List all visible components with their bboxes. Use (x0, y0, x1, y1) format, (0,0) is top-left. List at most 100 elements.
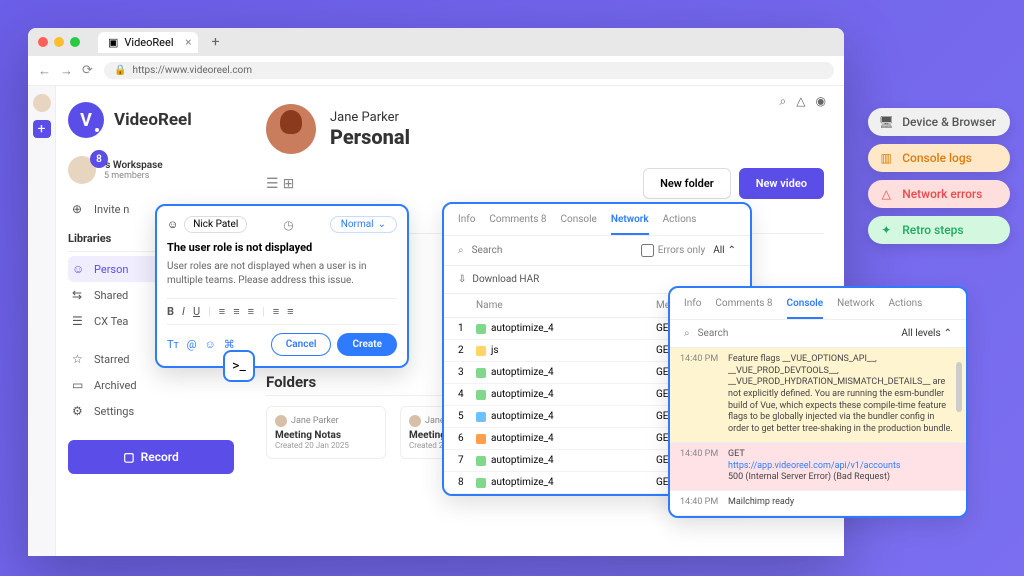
brand-logo: V (68, 102, 104, 138)
tab-actions[interactable]: Actions (888, 298, 922, 309)
panel-icon: ▥ (878, 151, 894, 165)
filter-all[interactable]: All ⌃ (713, 245, 736, 256)
new-folder-button[interactable]: New folder (643, 168, 731, 199)
col-name: Name (476, 300, 656, 311)
console-row: 14:40 PMMailchimp ready (670, 491, 966, 516)
comment-title[interactable]: The user role is not displayed (167, 241, 397, 254)
bell-icon[interactable]: △ (796, 94, 805, 109)
steps-icon: ✦ (878, 223, 894, 237)
tab-comments[interactable]: Comments 8 (715, 298, 772, 309)
sidebar-settings[interactable]: ⚙Settings (68, 398, 234, 424)
cancel-button[interactable]: Cancel (271, 333, 332, 356)
brand-name: VideoReel (114, 110, 192, 130)
monitor-icon: 🖥 (878, 115, 894, 129)
tab-network[interactable]: Network (837, 298, 874, 309)
clock-icon[interactable]: ◷ (283, 218, 293, 232)
list-ul-icon[interactable]: ≡ (287, 305, 293, 318)
workspace-selector[interactable]: 8 's Workspase 5 members (68, 156, 234, 184)
list-header: ☰ ⊞ New folder New video (266, 168, 824, 199)
profile-header: Jane Parker Personal (266, 104, 824, 154)
star-icon: ☆ (72, 352, 86, 366)
profile-type: Personal (330, 125, 410, 149)
brand[interactable]: V VideoReel (68, 102, 234, 138)
search-icon: ⌕ (684, 328, 690, 339)
chip-retro[interactable]: ✦Retro steps (868, 216, 1010, 244)
team-icon: ☰ (72, 314, 86, 328)
user-icon: ☺ (72, 262, 86, 276)
workspace-badge: 8 (90, 150, 108, 168)
invite-icon: ⊕ (72, 202, 86, 216)
terminal-icon[interactable]: >_ (223, 350, 255, 382)
list-view-icon[interactable]: ☰ (266, 176, 279, 192)
tab-title: VideoReel (124, 36, 173, 49)
camera-icon: ▢ (123, 450, 134, 464)
left-gutter: + (28, 86, 56, 556)
chevron-up-icon: ⌃ (944, 328, 952, 339)
mention-icon[interactable]: @ (187, 338, 197, 351)
profile-avatar[interactable] (266, 104, 316, 154)
avatar-chip[interactable] (33, 94, 51, 112)
profile-name: Jane Parker (330, 110, 410, 125)
address-input[interactable]: 🔒 https://www.videoreel.com (104, 62, 834, 79)
align-right-icon[interactable]: ≡ (248, 305, 254, 318)
levels-select[interactable]: All levels ⌃ (901, 328, 952, 339)
browser-tab[interactable]: ▣ VideoReel × (98, 32, 198, 53)
alert-icon: △ (878, 187, 894, 201)
chevron-up-icon: ⌃ (728, 245, 736, 256)
text-icon[interactable]: Tᴛ (167, 338, 179, 351)
tab-console[interactable]: Console (561, 214, 597, 225)
console-panel: Info Comments 8 Console Network Actions … (668, 286, 968, 518)
chip-network[interactable]: △Network errors (868, 180, 1010, 208)
align-left-icon[interactable]: ≡ (219, 305, 225, 318)
chevron-down-icon: ⌄ (378, 219, 386, 230)
tab-info[interactable]: Info (684, 298, 701, 309)
scrollbar[interactable] (956, 362, 962, 412)
sidebar-archived[interactable]: ▭Archived (68, 372, 234, 398)
emoji-icon[interactable]: ☺ (205, 338, 216, 351)
align-center-icon[interactable]: ≡ (233, 305, 239, 318)
italic-icon[interactable]: I (182, 305, 185, 318)
tab-actions[interactable]: Actions (663, 214, 697, 225)
list-ol-icon[interactable]: ≡ (273, 305, 279, 318)
search-icon: ⌕ (458, 245, 464, 256)
titlebar: ▣ VideoReel × + (28, 28, 844, 56)
minimize-window-icon[interactable] (54, 37, 64, 47)
console-search-input[interactable] (698, 328, 894, 339)
download-icon: ⇩ (458, 274, 466, 285)
record-button[interactable]: ▢Record (68, 440, 234, 474)
console-row: 14:40 PMFeature flags __VUE_OPTIONS_API_… (670, 348, 966, 443)
new-video-button[interactable]: New video (739, 168, 824, 199)
new-tab-button[interactable]: + (208, 34, 224, 50)
top-icons: ⌕ △ ◉ (780, 94, 826, 109)
archive-icon: ▭ (72, 378, 86, 392)
back-icon[interactable]: ← (38, 63, 52, 79)
tab-network[interactable]: Network (611, 214, 649, 225)
comment-user[interactable]: Nick Patel (184, 216, 247, 233)
create-button[interactable]: Create (337, 333, 397, 356)
forward-icon[interactable]: → (60, 63, 74, 79)
folder-card[interactable]: Jane ParkerMeeting NotasCreated 20 Jan 2… (266, 406, 386, 459)
workspace-members: 5 members (104, 171, 163, 181)
format-toolbar: B I U | ≡ ≡ ≡ | ≡ ≡ (167, 298, 397, 325)
chip-device[interactable]: 🖥Device & Browser (868, 108, 1010, 136)
panel-tabs: Info Comments 8 Console Network Actions (444, 204, 750, 236)
priority-select[interactable]: Normal⌄ (330, 216, 397, 233)
bold-icon[interactable]: B (167, 305, 174, 318)
errors-only-checkbox[interactable]: Errors only (641, 244, 706, 257)
search-icon[interactable]: ⌕ (780, 94, 787, 109)
maximize-window-icon[interactable] (70, 37, 80, 47)
comment-body[interactable]: User roles are not displayed when a user… (167, 260, 397, 288)
tab-comments[interactable]: Comments 8 (489, 214, 546, 225)
tab-console[interactable]: Console (787, 298, 824, 309)
close-tab-icon[interactable]: × (185, 35, 191, 49)
close-window-icon[interactable] (38, 37, 48, 47)
chip-console[interactable]: ▥Console logs (868, 144, 1010, 172)
avatar-icon[interactable]: ◉ (816, 94, 826, 109)
network-search-input[interactable] (472, 245, 633, 256)
add-workspace-button[interactable]: + (33, 120, 51, 138)
feature-chips: 🖥Device & Browser ▥Console logs △Network… (868, 108, 1010, 244)
underline-icon[interactable]: U (193, 305, 200, 318)
grid-view-icon[interactable]: ⊞ (283, 176, 295, 192)
reload-icon[interactable]: ⟳ (82, 63, 96, 78)
tab-info[interactable]: Info (458, 214, 475, 225)
